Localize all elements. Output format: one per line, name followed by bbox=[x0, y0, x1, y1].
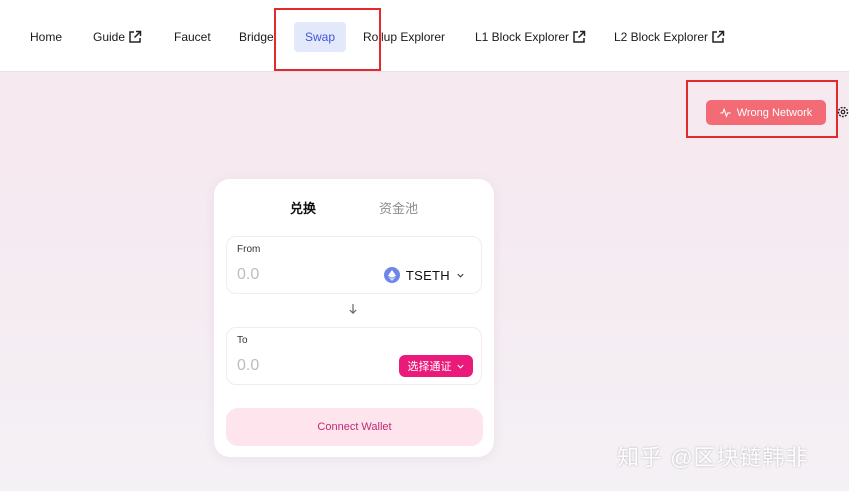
nav-rollup-explorer[interactable]: Rollup Explorer bbox=[363, 22, 445, 52]
nav-l2-block-explorer-label: L2 Block Explorer bbox=[614, 30, 709, 44]
from-token-select[interactable]: TSETH bbox=[383, 265, 465, 285]
wrong-network-label: Wrong Network bbox=[736, 106, 813, 119]
gear-icon[interactable] bbox=[836, 104, 849, 120]
nav-home-label: Home bbox=[30, 30, 63, 44]
nav-l2-block-explorer[interactable]: L2 Block Explorer bbox=[614, 22, 725, 52]
from-token-label: TSETH bbox=[405, 267, 450, 283]
nav-faucet[interactable]: Faucet bbox=[174, 22, 211, 52]
tab-swap[interactable]: 兑换 bbox=[290, 198, 316, 217]
ethereum-icon bbox=[383, 267, 400, 283]
nav-guide-label: Guide bbox=[93, 30, 126, 44]
nav-home[interactable]: Home bbox=[30, 22, 62, 52]
to-label: To bbox=[237, 335, 248, 346]
nav-guide[interactable]: Guide bbox=[93, 22, 142, 52]
external-link-icon bbox=[573, 30, 586, 43]
chevron-down-icon bbox=[457, 273, 464, 278]
connect-wallet-button[interactable]: Connect Wallet bbox=[226, 408, 483, 446]
tab-pool[interactable]: 资金池 bbox=[379, 198, 418, 217]
nav-bridge-label: Bridge bbox=[239, 30, 274, 44]
to-field: To 选择通证 bbox=[226, 327, 482, 385]
chevron-down-icon bbox=[456, 364, 464, 369]
from-label: From bbox=[237, 244, 261, 255]
from-field: From TSETH bbox=[226, 236, 482, 294]
nav-l1-block-explorer-label: L1 Block Explorer bbox=[475, 30, 570, 44]
nav-rollup-explorer-label: Rollup Explorer bbox=[363, 30, 446, 44]
external-link-icon bbox=[129, 30, 142, 43]
watermark: 知乎 @区块链韩非 bbox=[617, 445, 809, 470]
arrow-down-icon[interactable] bbox=[348, 303, 358, 315]
activity-pulse-icon bbox=[720, 107, 731, 118]
from-amount-input[interactable] bbox=[237, 265, 357, 285]
connect-wallet-label: Connect Wallet bbox=[317, 421, 392, 433]
external-link-icon bbox=[712, 30, 725, 43]
top-navigation: Home Guide Faucet Bridge Swap Rollup Exp… bbox=[0, 0, 849, 72]
nav-faucet-label: Faucet bbox=[174, 30, 211, 44]
wrong-network-button[interactable]: Wrong Network bbox=[706, 100, 826, 125]
swap-card: 兑换 资金池 From TSETH To 选择通证 bbox=[214, 179, 494, 457]
nav-swap-label: Swap bbox=[305, 30, 336, 44]
select-token-button[interactable]: 选择通证 bbox=[399, 355, 473, 377]
to-amount-input[interactable] bbox=[237, 356, 357, 376]
select-token-label: 选择通证 bbox=[407, 361, 452, 373]
nav-swap[interactable]: Swap bbox=[294, 22, 347, 52]
nav-bridge[interactable]: Bridge bbox=[239, 22, 274, 52]
nav-l1-block-explorer[interactable]: L1 Block Explorer bbox=[475, 22, 586, 52]
